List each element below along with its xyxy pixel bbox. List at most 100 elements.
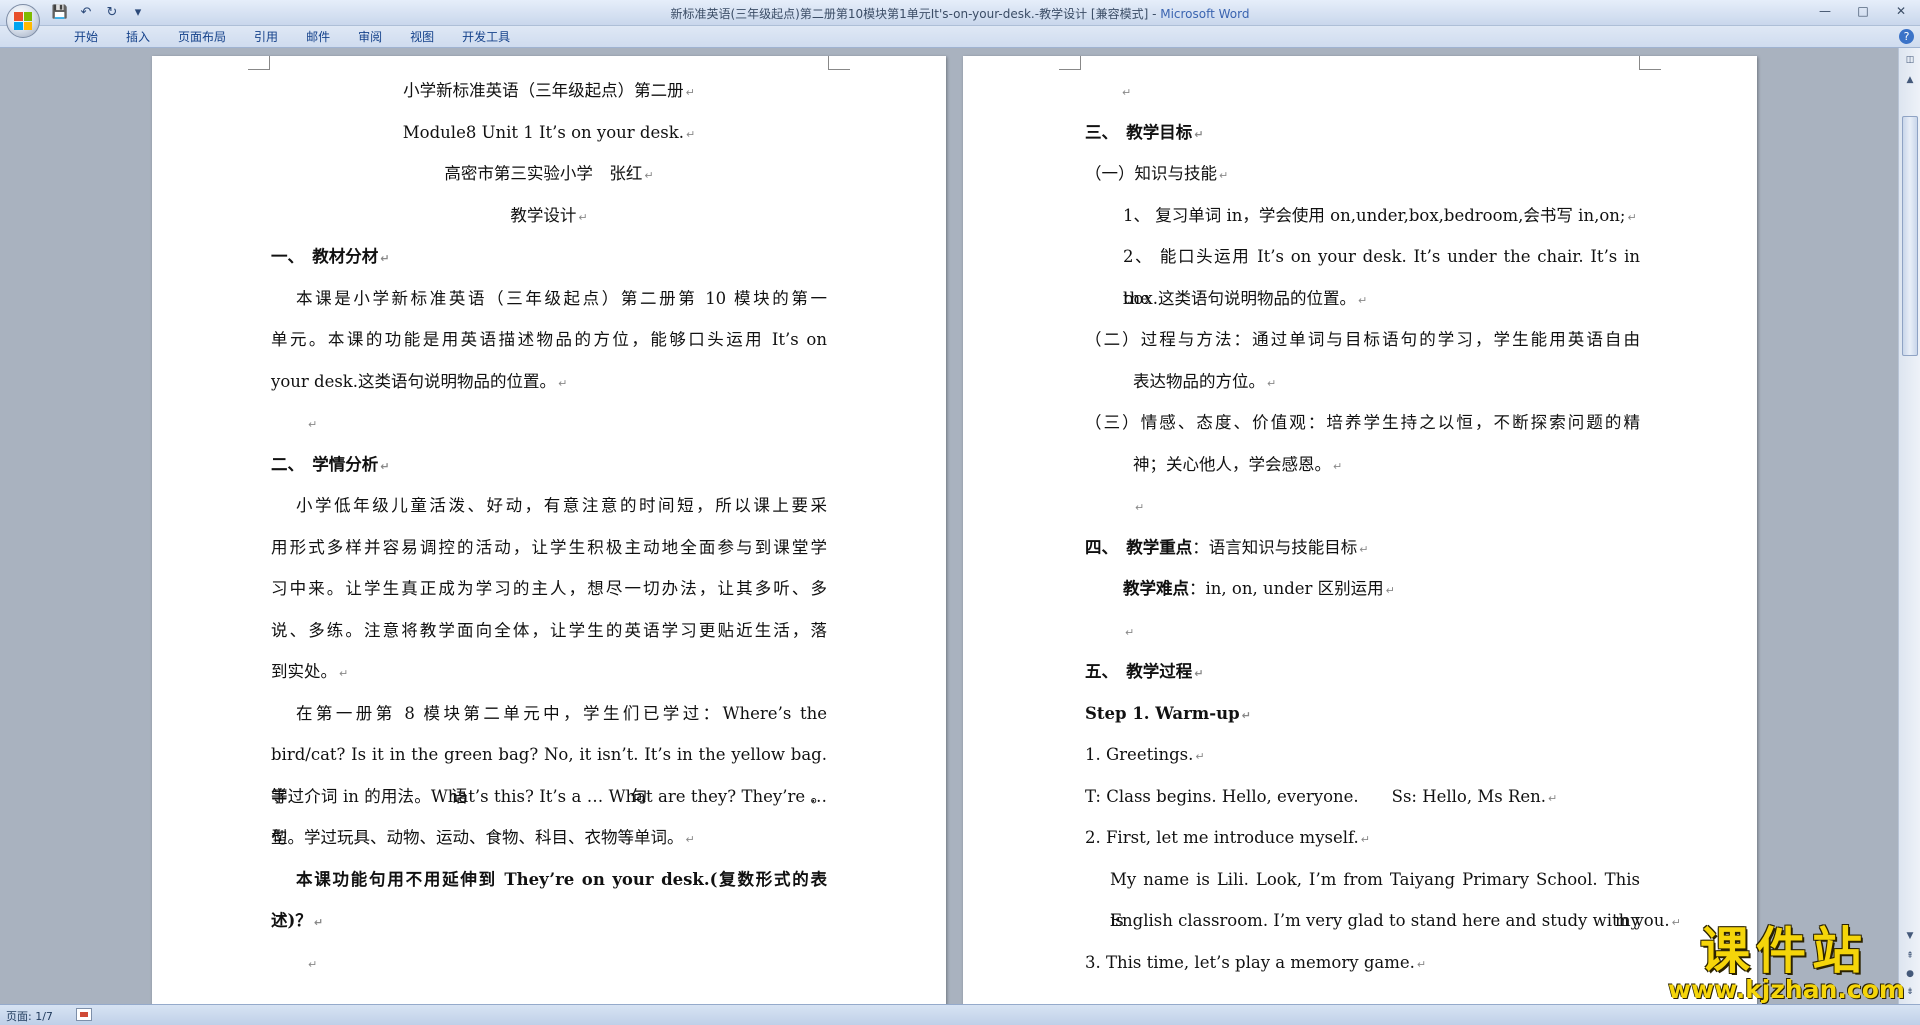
tab-home[interactable]: 开始 (60, 29, 112, 45)
paragraph-mark: ↵ (558, 376, 568, 390)
close-button[interactable]: ✕ (1890, 2, 1912, 20)
body-line: 说、多练。注意将教学面向全体，让学生的英语学习更贴近生活，落 (271, 620, 827, 640)
tab-mailings[interactable]: 邮件 (292, 29, 344, 45)
body-line: 型。学过玩具、动物、运动、食物、科目、衣物等单词。 ↵ (271, 828, 695, 847)
doc-header-line: 教学设计 ↵ (510, 205, 588, 225)
paragraph-mark: ↵ (1219, 169, 1229, 182)
paragraph-mark: ↵ (1125, 625, 1135, 639)
section-heading: 五、 教学过程 ↵ (1085, 662, 1204, 681)
paragraph-mark: ↵ (685, 833, 695, 846)
body-line: 神；关心他人，学会感恩。 ↵ (1133, 454, 1343, 474)
paragraph-mark: ↵ (1358, 293, 1368, 307)
macro-record-icon[interactable] (76, 1008, 92, 1021)
section-heading: 二、 学情分析 ↵ (271, 454, 390, 474)
empty-paragraph: ↵ (1085, 485, 1640, 527)
paragraph-mark: ↵ (1194, 127, 1204, 141)
paragraph-mark: ↵ (339, 667, 349, 680)
list-item: 2、 能口头运用 It’s on your desk. It’s under t… (1123, 247, 1640, 308)
crop-mark (1639, 56, 1661, 70)
minimize-button[interactable]: — (1814, 2, 1836, 20)
paragraph-mark: ↵ (1359, 542, 1369, 556)
body-line: 教学难点：in, on, under 区别运用 ↵ (1123, 579, 1395, 598)
paragraph-mark: ↵ (1360, 833, 1371, 846)
app-name: Microsoft Word (1160, 7, 1250, 21)
tab-page-layout[interactable]: 页面布局 (164, 29, 240, 45)
paragraph-mark: ↵ (1548, 791, 1558, 805)
crop-mark (828, 56, 850, 70)
page-right-content[interactable]: ↵ 三、 教学目标 ↵ （一）知识与技能 ↵ 1、 复习单词 in，学会使用 on,… (1085, 70, 1681, 983)
doc-header-line: 高密市第三实验小学 张红 ↵ (444, 164, 654, 183)
paragraph-mark: ↵ (1195, 750, 1205, 763)
step-heading: Step 1. Warm-up ↵ (1085, 703, 1251, 723)
paragraph-mark: ↵ (1385, 584, 1395, 597)
body-line: （二）过程与方法：通过单词与目标语句的学习，学生能用英语自由 (1085, 330, 1640, 349)
paragraph-mark: ↵ (380, 252, 390, 265)
window-controls: — □ ✕ (1814, 2, 1912, 20)
body-line: 述)？ ↵ (271, 911, 324, 930)
tab-insert[interactable]: 插入 (112, 29, 164, 45)
body-line: （一）知识与技能 ↵ (1085, 164, 1229, 183)
paragraph-mark: ↵ (685, 86, 695, 99)
body-line: 习中来。让学生真正成为学习的主人，想尽一切办法，让其多听、多 (271, 579, 827, 598)
paragraph-mark: ↵ (380, 459, 390, 473)
empty-paragraph: ↵ (1085, 610, 1640, 652)
body-line: English classroom. I’m very glad to stan… (1110, 911, 1681, 930)
paragraph-mark: ↵ (1416, 957, 1427, 971)
page-left-content[interactable]: 小学新标准英语（三年级起点）第二册 ↵ Module8 Unit 1 It’s o… (271, 70, 827, 983)
section-heading: 一、 教材分材 ↵ (271, 247, 390, 266)
body-line: 表达物品的方位。 ↵ (1133, 371, 1277, 391)
title-bar: 💾 ↶ ↻ ▾ 新标准英语(三年级起点)第二册第10模块第1单元It's-on-… (0, 0, 1920, 38)
status-bar: 页面: 1/7 (0, 1004, 1920, 1025)
paragraph-mark: ↵ (644, 169, 654, 182)
body-line: T: Class begins. Hello, everyone. Ss: He… (1085, 786, 1558, 806)
document-area[interactable]: 小学新标准英语（三年级起点）第二册 ↵ Module8 Unit 1 It’s o… (0, 48, 1898, 1004)
body-line: 在第一册第 8 模块第二单元中，学生们已学过：Where’s the (296, 703, 827, 723)
paragraph-mark: ↵ (1267, 376, 1277, 390)
tab-review[interactable]: 审阅 (344, 29, 396, 45)
paragraph-mark: ↵ (1122, 86, 1132, 99)
office-button[interactable] (6, 4, 40, 38)
body-line: 本课是小学新标准英语（三年级起点）第二册第 10 模块的第一 (296, 288, 827, 308)
window-title: 新标准英语(三年级起点)第二册第10模块第1单元It's-on-your-des… (0, 5, 1920, 22)
paragraph-mark: ↵ (313, 916, 324, 929)
section-heading: 三、 教学目标 ↵ (1085, 122, 1204, 142)
paragraph-mark: ↵ (1241, 708, 1251, 722)
tab-references[interactable]: 引用 (240, 29, 292, 45)
scroll-down-icon[interactable]: ▼ (1902, 928, 1918, 944)
empty-paragraph: ↵ (1085, 70, 1640, 112)
crop-mark (248, 56, 270, 70)
tab-view[interactable]: 视图 (396, 29, 448, 45)
ribbon-tabs: 开始 插入 页面布局 引用 邮件 审阅 视图 开发工具 (60, 29, 524, 45)
list-item: box.这类语句说明物品的位置。 ↵ (1123, 288, 1368, 308)
body-line: My name is Lili. Look, I’m from Taiyang … (1110, 869, 1640, 931)
previous-page-icon[interactable]: ⇞ (1902, 948, 1918, 964)
maximize-button[interactable]: □ (1852, 2, 1874, 20)
list-item: 2. First, let me introduce myself. ↵ (1085, 828, 1371, 847)
vertical-scrollbar[interactable]: ◫ ▲ ▼ ⇞ ● ⇟ (1898, 48, 1920, 1004)
ribbon-tab-bar: 开始 插入 页面布局 引用 邮件 审阅 视图 开发工具 ? (0, 26, 1920, 48)
body-line: 单元。本课的功能是用英语描述物品的方位，能够口头运用 It’s on (271, 330, 827, 349)
paragraph-mark: ↵ (1135, 501, 1145, 514)
empty-paragraph: ↵ (271, 942, 827, 984)
body-line: 学过介词 in 的用法。What’s this? It’s a … What a… (271, 786, 827, 848)
scroll-thumb[interactable] (1902, 116, 1918, 356)
watermark-title: 课件站 (1700, 922, 1868, 980)
tab-developer[interactable]: 开发工具 (448, 29, 524, 45)
page-right[interactable]: ↵ 三、 教学目标 ↵ （一）知识与技能 ↵ 1、 复习单词 in，学会使用 on,… (963, 56, 1757, 1004)
doc-header-line: Module8 Unit 1 It’s on your desk. ↵ (402, 122, 696, 142)
office-logo-icon (14, 12, 32, 30)
body-line: bird/cat? Is it in the green bag? No, it… (271, 745, 827, 806)
body-line: your desk.这类语句说明物品的位置。 ↵ (271, 371, 568, 391)
body-line: 用形式多样并容易调控的活动，让学生积极主动地全面参与到课堂学 (271, 537, 827, 557)
scroll-up-icon[interactable]: ▲ (1902, 72, 1918, 88)
list-item: 3. This time, let’s play a memory game. ↵ (1085, 952, 1427, 972)
list-item: 1. Greetings. ↵ (1085, 745, 1205, 764)
help-icon[interactable]: ? (1899, 29, 1914, 44)
paragraph-mark: ↵ (578, 210, 588, 224)
page-left[interactable]: 小学新标准英语（三年级起点）第二册 ↵ Module8 Unit 1 It’s o… (152, 56, 946, 1004)
doc-header-line: 小学新标准英语（三年级起点）第二册 ↵ (403, 81, 695, 100)
ruler-toggle-icon[interactable]: ◫ (1902, 52, 1918, 68)
page-count-status[interactable]: 页面: 1/7 (6, 1008, 53, 1024)
paragraph-mark: ↵ (308, 957, 318, 971)
body-line: 四、 教学重点：语言知识与技能目标 ↵ (1085, 537, 1369, 557)
